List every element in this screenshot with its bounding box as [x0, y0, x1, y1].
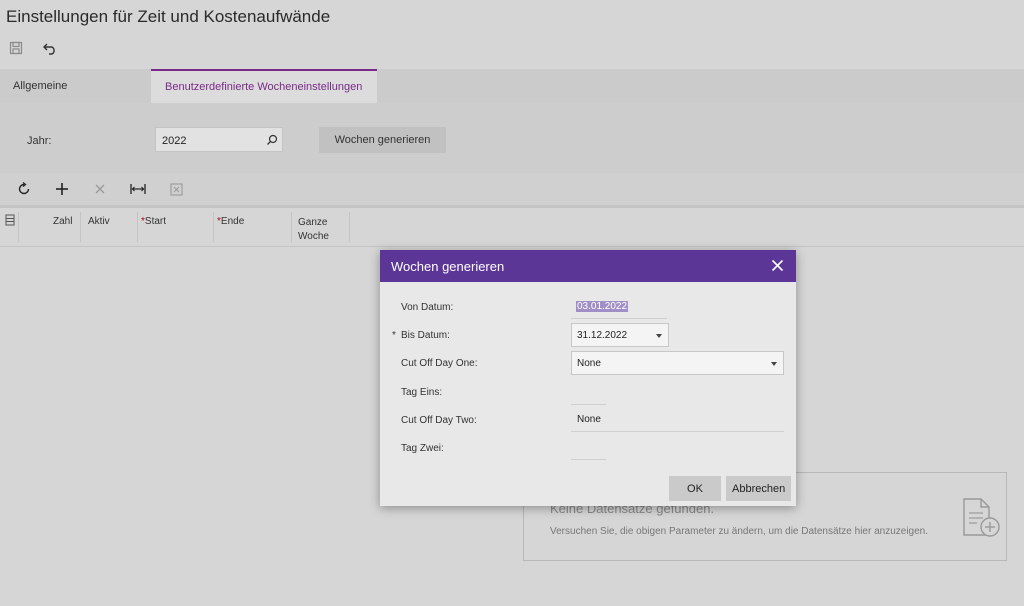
von-datum-label: Von Datum:: [401, 302, 454, 313]
search-icon[interactable]: [266, 133, 278, 151]
close-icon[interactable]: [771, 259, 784, 277]
column-chooser-icon[interactable]: [5, 214, 15, 229]
tab-custom-week-settings[interactable]: Benutzerdefinierte Wocheneinstellungen: [151, 69, 377, 103]
chevron-down-icon: [771, 362, 777, 366]
dialog-header: Wochen generieren: [380, 250, 796, 282]
von-datum-field[interactable]: 03.01.2022: [576, 301, 629, 312]
year-input[interactable]: [156, 128, 264, 153]
empty-state-subtitle: Versuchen Sie, die obigen Parameter zu ä…: [550, 526, 929, 537]
column-header-zahl[interactable]: Zahl: [53, 216, 72, 227]
cut-off-one-value: None: [577, 358, 601, 369]
column-header-start-label: Start: [144, 216, 167, 227]
tag-eins-field[interactable]: [571, 404, 606, 405]
parameter-panel: Jahr: Wochen generieren: [0, 103, 1024, 173]
bis-datum-label: * Bis Datum:: [392, 330, 450, 341]
add-icon[interactable]: [54, 181, 70, 197]
required-marker: *: [392, 330, 396, 341]
tag-eins-label: Tag Eins:: [401, 387, 443, 398]
generate-weeks-dialog: Wochen generieren Von Datum: 03.01.2022 …: [380, 250, 796, 506]
cut-off-one-dropdown[interactable]: None: [571, 351, 784, 375]
cut-off-two-value[interactable]: None: [577, 414, 601, 425]
chevron-down-icon: [656, 334, 662, 338]
bis-datum-dropdown[interactable]: 31.12.2022: [571, 323, 669, 347]
fit-columns-icon[interactable]: [130, 181, 146, 197]
cut-off-one-label: Cut Off Day One:: [401, 358, 478, 369]
refresh-icon[interactable]: [16, 181, 32, 197]
column-header-ende-label: Ende: [220, 216, 245, 227]
year-field[interactable]: [155, 127, 283, 153]
excel-export-icon[interactable]: [168, 181, 184, 197]
dialog-title: Wochen generieren: [391, 259, 505, 274]
grid-header: Zahl Aktiv *Start *Ende Ganze Woche: [0, 208, 1024, 247]
cut-off-two-label: Cut Off Day Two:: [401, 415, 477, 426]
tab-general-settings[interactable]: Allgemeine Einstellungen: [0, 69, 150, 126]
bis-datum-label-text: Bis Datum:: [401, 330, 450, 341]
tag-zwei-field[interactable]: [571, 459, 606, 460]
von-datum-value: 03.01.2022: [576, 301, 629, 312]
delete-icon[interactable]: [92, 181, 108, 197]
von-datum-underline: [571, 318, 667, 319]
column-header-aktiv[interactable]: Aktiv: [88, 216, 110, 227]
tab-bar: Allgemeine Einstellungen Benutzerdefinie…: [0, 69, 1024, 126]
cut-off-two-underline: [571, 431, 784, 432]
column-header-ende[interactable]: *Ende: [217, 216, 244, 227]
tag-zwei-label: Tag Zwei:: [401, 443, 444, 454]
column-header-start[interactable]: *Start: [141, 216, 166, 227]
save-icon[interactable]: [8, 40, 24, 56]
column-header-ganze-woche[interactable]: Ganze Woche: [298, 216, 338, 244]
page-toolbar: [8, 40, 58, 56]
ok-button[interactable]: OK: [669, 476, 721, 501]
year-label: Jahr:: [27, 135, 52, 147]
undo-icon[interactable]: [42, 40, 58, 56]
generate-weeks-button[interactable]: Wochen generieren: [319, 127, 446, 153]
grid-toolbar: [0, 173, 1024, 208]
page-title: Einstellungen für Zeit und Kostenaufwänd…: [6, 7, 331, 26]
cancel-button[interactable]: Abbrechen: [726, 476, 791, 501]
add-document-icon: [961, 497, 1003, 544]
bis-datum-value: 31.12.2022: [577, 330, 628, 341]
